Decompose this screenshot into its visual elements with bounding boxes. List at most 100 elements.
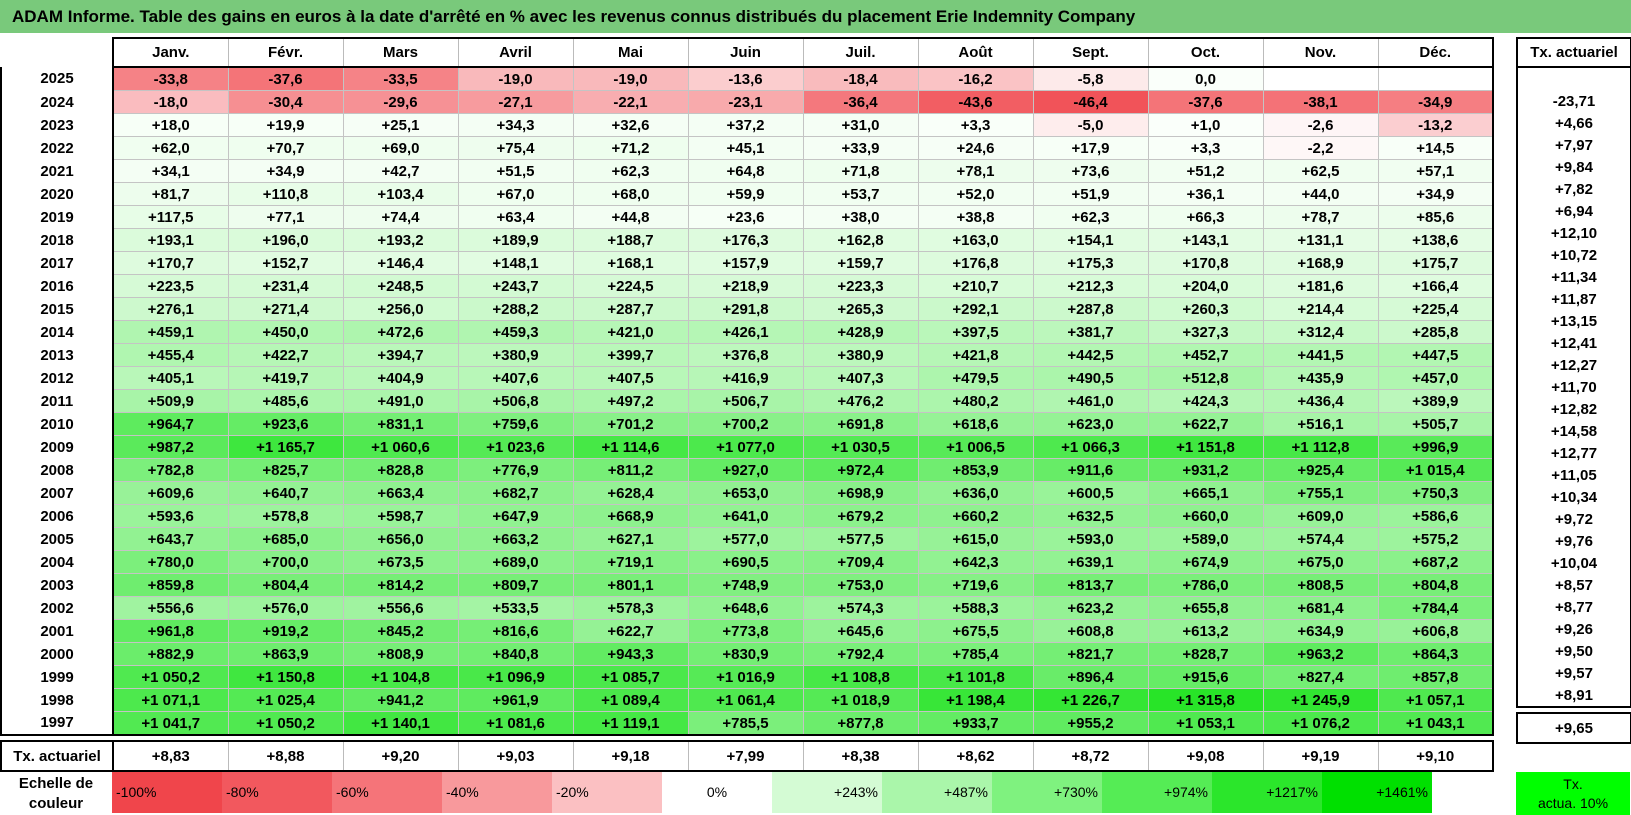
gain-cell: +212,3 (1032, 274, 1149, 298)
actuarial-rate-cell: +9,50 (1516, 640, 1631, 662)
gain-cell: +1 043,1 (1377, 711, 1494, 736)
gain-cell: +1 061,4 (687, 688, 804, 712)
gain-cell: +428,9 (802, 320, 919, 344)
gain-cell: +780,0 (112, 550, 229, 574)
gain-cell: +1 165,7 (227, 435, 344, 459)
table-row: 2015 +276,1 +271,4 +256,0 +288,2 +287,7 +291,8… (0, 297, 1494, 321)
footer-rate-cell: +8,62 (917, 740, 1034, 772)
gain-cell: +63,4 (457, 205, 574, 229)
gain-cell: +407,5 (572, 366, 689, 390)
gain-cell: +19,9 (227, 113, 344, 137)
gain-cell: +24,6 (917, 136, 1034, 160)
year-cell: 2007 (0, 481, 114, 505)
gain-cell: +925,4 (1262, 458, 1379, 482)
actuarial-rate-cell: +8,77 (1516, 596, 1631, 618)
gain-cell: +490,5 (1032, 366, 1149, 390)
gain-cell: +380,9 (457, 343, 574, 367)
color-scale-swatch: +487% (882, 772, 992, 813)
gain-cell: +964,7 (112, 412, 229, 436)
table-row: 2000 +882,9 +863,9 +808,9 +840,8 +943,3 +830,9… (0, 642, 1494, 666)
gain-cell: -36,4 (802, 90, 919, 114)
gain-cell: +157,9 (687, 251, 804, 275)
gain-cell: +1 023,6 (457, 435, 574, 459)
actuarial-row: +9,50 (1516, 640, 1631, 662)
color-scale-swatch: +1461% (1322, 772, 1432, 813)
year-cell: 2023 (0, 113, 114, 137)
gain-cell: +170,8 (1147, 251, 1264, 275)
gain-cell: -13,6 (687, 66, 804, 91)
gain-cell: +146,4 (342, 251, 459, 275)
gain-cell: +480,2 (917, 389, 1034, 413)
gain-cell: +598,7 (342, 504, 459, 528)
gain-cell: +436,4 (1262, 389, 1379, 413)
gain-cell: +709,4 (802, 550, 919, 574)
gain-cell: +719,1 (572, 550, 689, 574)
actuarial-rate-cell: +9,26 (1516, 618, 1631, 640)
gain-cell: +622,7 (1147, 412, 1264, 436)
gain-cell: +23,6 (687, 205, 804, 229)
gain-cell: +52,0 (917, 182, 1034, 206)
gain-cell: +59,9 (687, 182, 804, 206)
actuarial-row: +8,57 (1516, 574, 1631, 596)
gain-cell: +700,0 (227, 550, 344, 574)
gain-cell: +33,9 (802, 136, 919, 160)
gain-cell: +882,9 (112, 642, 229, 666)
gain-cell: +577,5 (802, 527, 919, 551)
gain-cell: +69,0 (342, 136, 459, 160)
gain-cell: +1 101,8 (917, 665, 1034, 689)
gain-cell: +632,5 (1032, 504, 1149, 528)
gain-cell: +159,7 (802, 251, 919, 275)
month-header: Sept. (1032, 37, 1149, 68)
gain-cell: +248,5 (342, 274, 459, 298)
actuarial-row: +7,97 (1516, 134, 1631, 156)
gain-cell: +1 057,1 (1377, 688, 1494, 712)
actuarial-row: +9,26 (1516, 618, 1631, 640)
gain-cell: +44,8 (572, 205, 689, 229)
footer-label: Tx. actuariel (0, 740, 114, 772)
footer-rate-cell: +8,72 (1032, 740, 1149, 772)
gain-cell: +175,3 (1032, 251, 1149, 275)
color-scale-swatch: -100% (112, 772, 222, 813)
gain-cell: +31,0 (802, 113, 919, 137)
gain-cell: +663,4 (342, 481, 459, 505)
gain-cell: +961,8 (112, 619, 229, 643)
gain-cell: -46,4 (1032, 90, 1149, 114)
actuarial-rate-cell: +12,27 (1516, 354, 1631, 376)
actuarial-row: +9,76 (1516, 530, 1631, 552)
gain-cell (1262, 66, 1379, 91)
gain-cell: +394,7 (342, 343, 459, 367)
gain-cell: +814,2 (342, 573, 459, 597)
gain-cell: +34,1 (112, 159, 229, 183)
gain-cell: +821,7 (1032, 642, 1149, 666)
table-row: 2010 +964,7 +923,6 +831,1 +759,6 +701,2 +700,2… (0, 412, 1494, 436)
gain-cell: +1 066,3 (1032, 435, 1149, 459)
gain-cell: +808,5 (1262, 573, 1379, 597)
gain-cell: +782,8 (112, 458, 229, 482)
gain-cell: +505,7 (1377, 412, 1494, 436)
actuarial-rate-cell: +9,72 (1516, 508, 1631, 530)
gain-cell: +663,2 (457, 527, 574, 551)
gain-cell: +593,6 (112, 504, 229, 528)
gain-cell: +750,3 (1377, 481, 1494, 505)
gain-cell: +915,6 (1147, 665, 1264, 689)
gain-cell: +931,2 (1147, 458, 1264, 482)
year-cell: 2006 (0, 504, 114, 528)
gain-cell: +461,0 (1032, 389, 1149, 413)
year-cell: 2022 (0, 136, 114, 160)
gain-cell: +1 089,4 (572, 688, 689, 712)
year-cell: 1998 (0, 688, 114, 712)
actuarial-row: +9,72 (1516, 508, 1631, 530)
color-scale-actuarial-line2: actua. 10% (1537, 795, 1609, 811)
gain-cell: +623,0 (1032, 412, 1149, 436)
actuarial-row: +12,77 (1516, 442, 1631, 464)
actuarial-rate-cell: +10,34 (1516, 486, 1631, 508)
gain-cell: +593,0 (1032, 527, 1149, 551)
actuarial-row: +13,15 (1516, 310, 1631, 332)
year-cell: 2020 (0, 182, 114, 206)
gain-cell: +506,7 (687, 389, 804, 413)
footer-rate-cell: +9,20 (342, 740, 459, 772)
gain-cell: +260,3 (1147, 297, 1264, 321)
gain-cell: +404,9 (342, 366, 459, 390)
gain-cell: +679,2 (802, 504, 919, 528)
gain-cell: -29,6 (342, 90, 459, 114)
